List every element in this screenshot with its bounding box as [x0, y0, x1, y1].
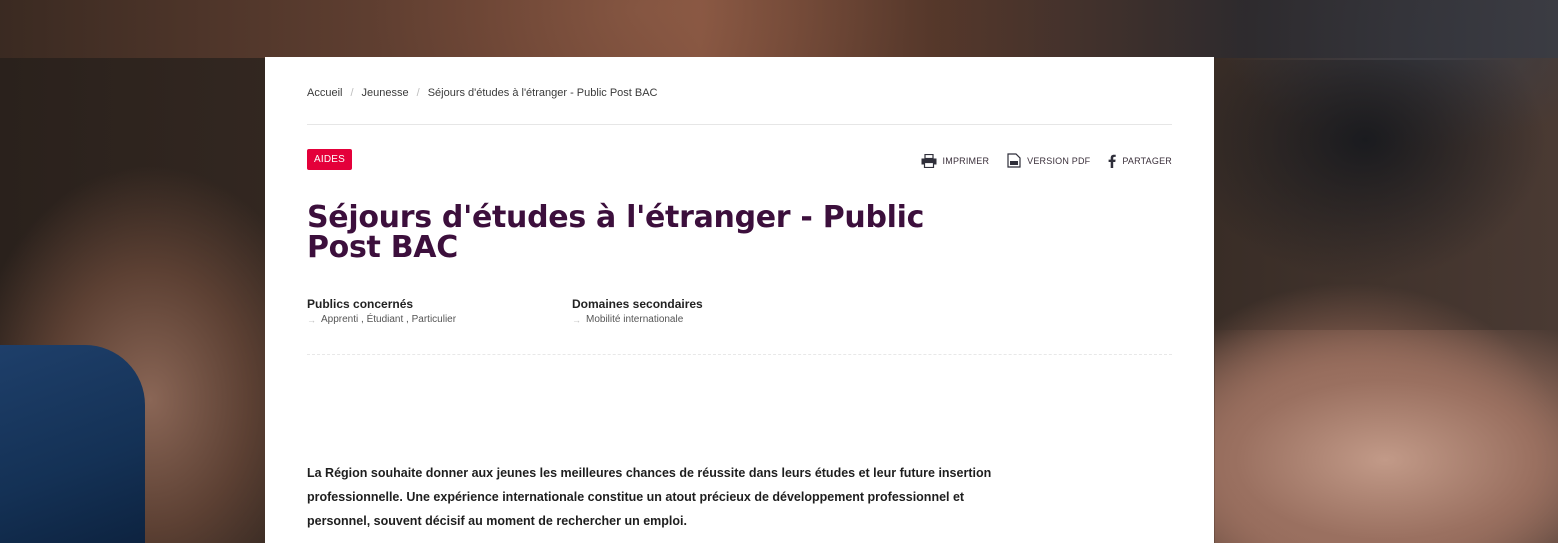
breadcrumb-separator: /	[416, 87, 420, 99]
hero-sleeve	[0, 345, 145, 543]
hero-shadow	[1215, 60, 1558, 290]
domaines-value-row: → Mobilité internationale	[572, 314, 703, 325]
publics-value: Apprenti , Étudiant , Particulier	[321, 314, 457, 325]
print-label: IMPRIMER	[942, 155, 990, 166]
hero-arm-right	[1215, 330, 1558, 543]
domaines-secondaires: Domaines secondaires → Mobilité internat…	[572, 297, 703, 325]
domaines-value: Mobilité internationale	[586, 314, 684, 325]
breadcrumb-separator: /	[350, 87, 354, 99]
pdf-label: VERSION PDF	[1027, 155, 1091, 166]
intro-paragraph: La Région souhaite donner aux jeunes les…	[307, 466, 992, 528]
publics-label: Publics concernés	[307, 297, 414, 311]
share-label: PARTAGER	[1122, 155, 1172, 166]
publics-value-row: → Apprenti , Étudiant , Particulier	[307, 314, 456, 325]
arrow-right-icon: →	[307, 314, 316, 325]
breadcrumb-home-link[interactable]: Accueil	[307, 87, 342, 99]
pdf-button[interactable]: VERSION PDF	[1007, 153, 1090, 168]
content-card: Accueil / Jeunesse / Séjours d'études à …	[265, 57, 1214, 543]
page-title: Séjours d'études à l'étranger - Public P…	[307, 200, 925, 265]
page-actions: IMPRIMER VERSION PDF PARTAGER	[903, 153, 1172, 168]
print-button[interactable]: IMPRIMER	[921, 153, 990, 168]
breadcrumb-section-link[interactable]: Jeunesse	[362, 87, 409, 99]
arrow-right-icon: →	[572, 314, 581, 325]
publics-concernes: Publics concernés → Apprenti , Étudiant …	[307, 297, 456, 325]
divider-dashed	[307, 354, 1172, 355]
facebook-icon	[1108, 154, 1117, 168]
pdf-icon	[1007, 153, 1021, 168]
category-tag[interactable]: AIDES	[307, 149, 353, 170]
domaines-label: Domaines secondaires	[572, 297, 703, 311]
breadcrumb-current: Séjours d'études à l'étranger - Public P…	[427, 87, 658, 99]
hero-hands-band	[0, 0, 1558, 58]
breadcrumb: Accueil / Jeunesse / Séjours d'études à …	[307, 87, 658, 99]
divider	[307, 124, 1172, 125]
share-button[interactable]: PARTAGER	[1108, 154, 1172, 168]
printer-icon	[921, 153, 937, 168]
